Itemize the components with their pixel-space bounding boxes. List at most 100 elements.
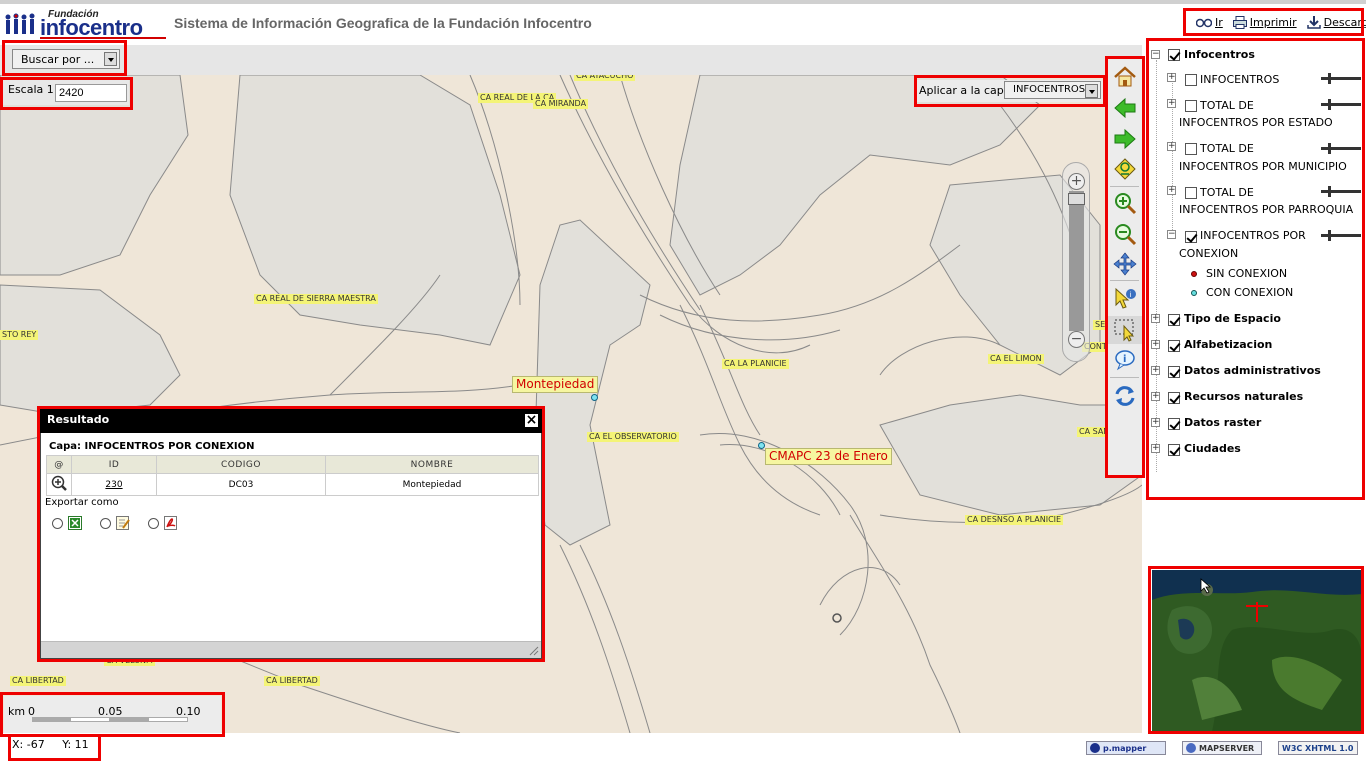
expand-icon[interactable]: +	[1167, 142, 1176, 151]
expand-icon[interactable]: +	[1151, 392, 1160, 401]
layer-checkbox[interactable]	[1168, 392, 1180, 404]
info-button[interactable]: i	[1107, 346, 1142, 374]
forward-button[interactable]	[1107, 125, 1142, 153]
layer-total-parroquia[interactable]: TOTAL DE	[1200, 186, 1254, 199]
layer-checkbox[interactable]	[1168, 49, 1180, 61]
group-alfabetizacion[interactable]: Alfabetizacion	[1184, 338, 1272, 351]
print-link-label: Imprimir	[1249, 16, 1297, 29]
opacity-slider[interactable]	[1321, 186, 1361, 197]
reload-button[interactable]	[1107, 382, 1142, 410]
layer-checkbox[interactable]	[1168, 340, 1180, 352]
group-infocentros[interactable]: Infocentros	[1184, 48, 1255, 61]
identify-button[interactable]: i	[1107, 284, 1142, 312]
legend-dot-sin-conexion	[1191, 271, 1197, 277]
scale-input[interactable]	[55, 84, 127, 102]
layer-total-municipio[interactable]: TOTAL DE	[1200, 142, 1254, 155]
opacity-slider[interactable]	[1321, 143, 1361, 154]
apply-layer-label: Aplicar a la capa	[919, 84, 1011, 97]
group-datos-administrativos[interactable]: Datos administrativos	[1184, 364, 1321, 377]
overview-map[interactable]	[1152, 570, 1362, 732]
expand-icon[interactable]: +	[1167, 186, 1176, 195]
top-links: Ir Imprimir Descargar	[1196, 16, 1366, 29]
infocentro-logo[interactable]: Fundación infocentro	[4, 9, 166, 40]
result-footer	[41, 641, 541, 658]
layer-checkbox[interactable]	[1185, 100, 1197, 112]
layer-checkbox[interactable]	[1185, 187, 1197, 199]
zoom-plus-icon[interactable]: +	[1068, 173, 1085, 190]
opacity-slider[interactable]	[1321, 230, 1361, 241]
xhtml-badge[interactable]: W3C XHTML 1.0	[1278, 741, 1358, 755]
info-icon: i	[1114, 350, 1135, 371]
column-header-nombre: NOMBRE	[325, 455, 539, 474]
expand-icon[interactable]: +	[1151, 340, 1160, 349]
collapse-icon[interactable]: −	[1167, 230, 1176, 239]
back-button[interactable]	[1107, 94, 1142, 122]
chevron-down-icon[interactable]	[104, 52, 117, 66]
layer-total-parroquia-line2[interactable]: INFOCENTROS POR PARROQUIA	[1179, 203, 1353, 216]
legend-dot-con-conexion	[1191, 290, 1197, 296]
layer-checkbox[interactable]	[1185, 231, 1197, 243]
group-tipo-espacio[interactable]: Tipo de Espacio	[1184, 312, 1281, 325]
layer-total-municipio-line2[interactable]: INFOCENTROS POR MUNICIPIO	[1179, 160, 1347, 173]
group-datos-raster[interactable]: Datos raster	[1184, 416, 1261, 429]
go-link[interactable]: Ir	[1196, 16, 1223, 29]
export-pdf-radio[interactable]	[148, 518, 159, 529]
search-by-select[interactable]: Buscar por ...	[12, 49, 120, 69]
resize-grip-icon[interactable]	[529, 646, 539, 656]
layer-checkbox[interactable]	[1168, 444, 1180, 456]
document-edit-icon	[116, 516, 130, 530]
poi-marker-cmapc[interactable]	[758, 442, 765, 449]
zoom-to-feature-button[interactable]	[46, 473, 72, 496]
expand-icon[interactable]: +	[1151, 444, 1160, 453]
expand-icon[interactable]: +	[1167, 99, 1176, 108]
svg-text:i: i	[1129, 291, 1131, 299]
feature-id-link[interactable]: 230	[105, 480, 122, 490]
zoom-slider[interactable]: + −	[1062, 162, 1090, 362]
zoom-out-button[interactable]	[1107, 220, 1142, 248]
zoom-in-button[interactable]	[1107, 189, 1142, 217]
refresh-map-button[interactable]	[1107, 155, 1142, 183]
zoom-minus-icon[interactable]: −	[1068, 331, 1085, 348]
street-label: CA EL OBSERVATORIO	[587, 432, 679, 442]
group-ciudades[interactable]: Ciudades	[1184, 442, 1241, 455]
layer-total-estado-line2[interactable]: INFOCENTROS POR ESTADO	[1179, 116, 1333, 129]
pmapper-badge[interactable]: p.mapper	[1086, 741, 1166, 755]
layer-checkbox[interactable]	[1185, 143, 1197, 155]
apply-layer-value: INFOCENTROS	[1013, 84, 1086, 95]
opacity-slider[interactable]	[1321, 99, 1361, 110]
select-button[interactable]	[1107, 316, 1142, 344]
poi-label-cmapc[interactable]: CMAPC 23 de Enero	[765, 448, 892, 465]
download-link[interactable]: Descargar	[1306, 16, 1366, 29]
layer-checkbox[interactable]	[1168, 314, 1180, 326]
expand-icon[interactable]: +	[1151, 418, 1160, 427]
expand-icon[interactable]: +	[1151, 366, 1160, 375]
layer-total-estado[interactable]: TOTAL DE	[1200, 99, 1254, 112]
layer-checkbox[interactable]	[1168, 366, 1180, 378]
chevron-down-icon[interactable]	[1085, 84, 1098, 98]
expand-icon[interactable]: +	[1167, 73, 1176, 82]
poi-label-montepiedad[interactable]: Montepiedad	[512, 376, 599, 393]
layer-checkbox[interactable]	[1185, 74, 1197, 86]
result-window-title[interactable]: Resultado	[40, 409, 542, 433]
export-excel-radio[interactable]	[52, 518, 63, 529]
home-button[interactable]	[1107, 63, 1142, 91]
layer-infocentros[interactable]: INFOCENTROS	[1200, 73, 1279, 86]
street-label: CA DESNSO A PLANICIE	[965, 515, 1064, 525]
collapse-icon[interactable]: −	[1151, 50, 1160, 59]
layer-por-conexion-line2[interactable]: CONEXION	[1179, 247, 1238, 260]
pan-button[interactable]	[1107, 250, 1142, 278]
group-recursos-naturales[interactable]: Recursos naturales	[1184, 390, 1303, 403]
close-icon[interactable]: ×	[524, 413, 539, 428]
poi-marker-montepiedad[interactable]	[591, 394, 598, 401]
zoom-track[interactable]	[1069, 191, 1084, 331]
expand-icon[interactable]: +	[1151, 314, 1160, 323]
mapserver-badge[interactable]: MAPSERVER	[1182, 741, 1262, 755]
layer-por-conexion[interactable]: INFOCENTROS POR	[1200, 229, 1306, 242]
export-text-radio[interactable]	[100, 518, 111, 529]
zoom-handle[interactable]	[1068, 193, 1085, 205]
excel-icon	[68, 516, 82, 530]
print-link[interactable]: Imprimir	[1232, 16, 1297, 29]
apply-layer-select[interactable]: INFOCENTROS	[1004, 81, 1101, 99]
layer-checkbox[interactable]	[1168, 418, 1180, 430]
opacity-slider[interactable]	[1321, 73, 1361, 84]
